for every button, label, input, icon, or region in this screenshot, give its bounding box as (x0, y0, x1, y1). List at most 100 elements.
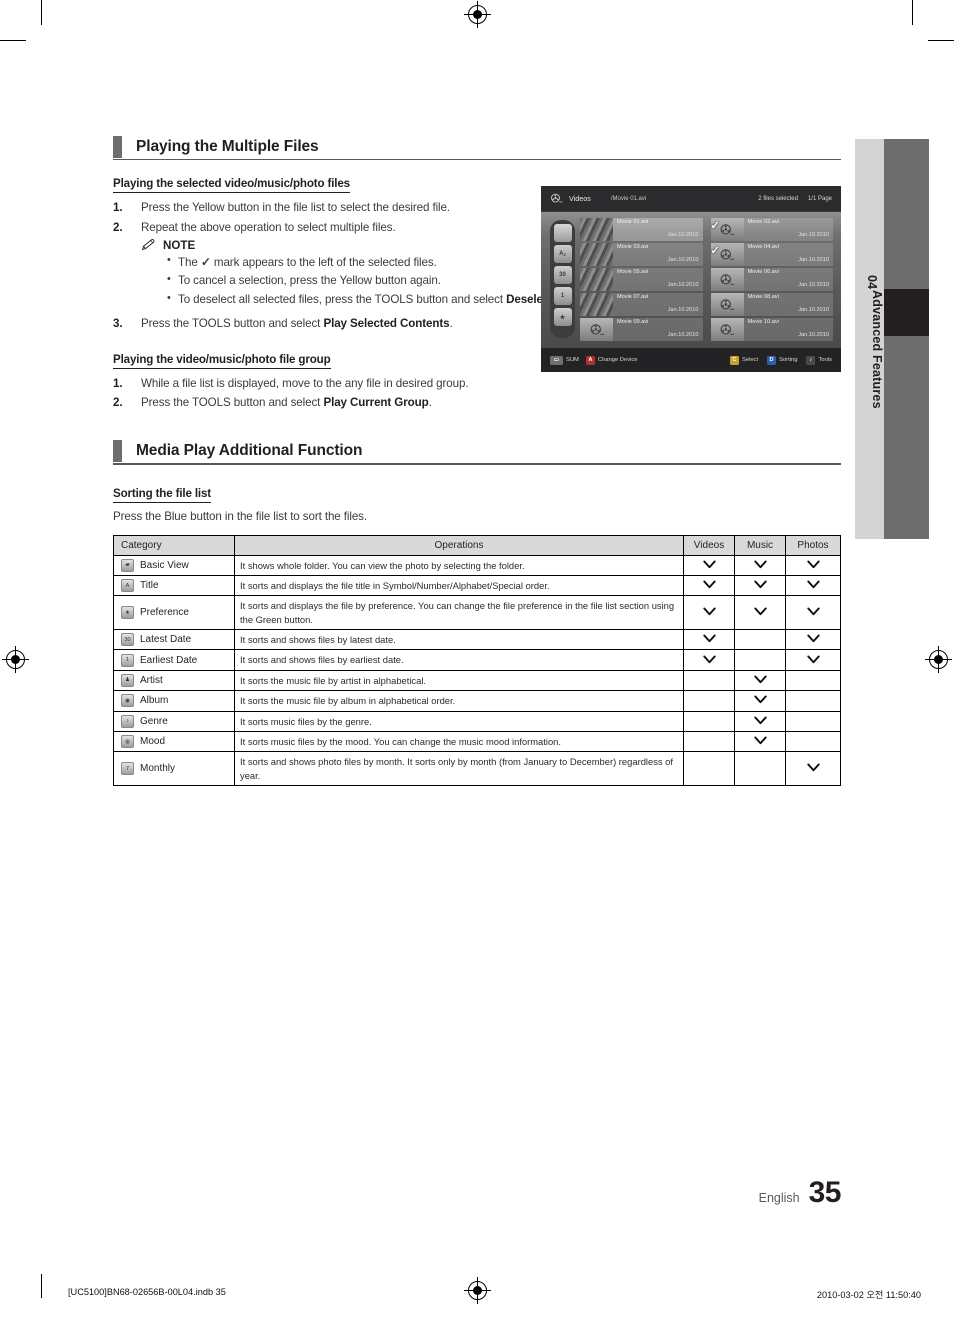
column-header-videos: Videos (683, 534, 735, 556)
tv-footer-tools[interactable]: ♪ Tools (806, 355, 832, 365)
tv-file-item[interactable]: ✓ Movie 02.avi Jan.10.2010 (710, 218, 833, 241)
preference-star-icon[interactable]: ★ (553, 308, 572, 326)
film-reel-icon (580, 318, 613, 341)
check-mark-icon (753, 560, 767, 571)
tv-file-date: Jan.10.2010 (667, 282, 699, 289)
print-file-name: [UC5100]BN68-02656B-00L04.indb 35 (68, 1287, 226, 1297)
table-cell-category: 1 Earliest Date (113, 649, 235, 671)
crop-mark-top-left-vertical (41, 0, 42, 25)
table-cell-category: ★ Preference (113, 595, 235, 631)
table-row: ◉ Album It sorts the music file by album i… (113, 690, 841, 712)
step-text-pre: Press the TOOLS button and select (141, 396, 324, 410)
table-cell-photos (785, 669, 841, 692)
sorting-intro-text: Press the Blue button in the file list t… (113, 509, 368, 523)
table-cell-videos (683, 595, 735, 631)
tv-file-grid: Movie 01.avi Jan.10.2010 ✓ Movie 02.avi Jan.… (580, 218, 833, 341)
tv-header: Videos /Movie 01.avi 2 files selected 1/… (541, 186, 841, 212)
check-mark-icon (702, 580, 716, 591)
chapter-tab-marker (884, 289, 929, 336)
latest-date-icon[interactable]: 30 (553, 266, 572, 284)
table-row: A Title It sorts and displays the file tit… (113, 575, 841, 597)
category-label: Preference (140, 607, 189, 619)
file-thumbnail (580, 268, 613, 291)
heading-bar (113, 440, 122, 463)
registration-mark-right (925, 646, 952, 673)
chapter-number: 04 (865, 275, 879, 290)
title-sort-icon[interactable]: AZ (553, 245, 572, 263)
check-mark-icon: ✓ (710, 245, 720, 257)
tv-file-date: Jan.10.2010 (667, 257, 699, 264)
tv-footer: ▭ SUM A Change Device C Select D Sorting… (541, 348, 841, 372)
crop-mark-bottom-left-vertical (41, 1274, 42, 1298)
tv-footer-change-device[interactable]: A Change Device (585, 355, 638, 365)
tv-file-info: Movie 10.avi Jan.10.2010 (743, 318, 833, 341)
tv-footer-usb[interactable]: ▭ SUM (550, 355, 579, 365)
tv-file-item[interactable]: Movie 05.avi Jan.10.2010 (580, 268, 703, 291)
tv-selected-count: 2 files selected (758, 195, 798, 202)
chapter-tab-dark-strip (884, 139, 929, 539)
film-reel-icon (710, 293, 744, 316)
tv-footer-select[interactable]: C Select (729, 355, 759, 365)
table-cell-photos (785, 595, 841, 631)
tv-media-play-screenshot: Videos /Movie 01.avi 2 files selected 1/… (541, 186, 841, 372)
tv-file-info: Movie 05.avi Jan.10.2010 (613, 268, 703, 291)
table-cell-music (734, 669, 786, 692)
table-row: ◍ Mood It sorts music files by the mood. Y… (113, 730, 841, 753)
table-row: ♪ Genre It sorts music files by the genre. (113, 710, 841, 732)
tv-file-item[interactable]: Movie 09.avi Jan.10.2010 (580, 318, 703, 341)
category-label: Title (140, 580, 159, 592)
earliest-date-icon[interactable]: 1 (553, 287, 572, 305)
tv-footer-sorting[interactable]: D Sorting (767, 355, 797, 365)
tv-file-info: Movie 07.avi Jan.10.2010 (613, 293, 703, 316)
tv-file-item[interactable]: Movie 06.avi Jan.10.2010 (710, 268, 833, 291)
table-cell-music (734, 554, 786, 577)
check-mark-icon (806, 634, 820, 645)
registration-mark-bottom (464, 1277, 491, 1304)
tv-file-item[interactable]: Movie 10.avi Jan.10.2010 (710, 318, 833, 341)
check-mark-icon (753, 607, 767, 618)
table-row: 7 Monthly It sorts and shows photo files b… (113, 751, 841, 786)
title-sort-icon: A (121, 579, 134, 593)
table-cell-photos (785, 649, 841, 671)
tv-file-name: Movie 08.avi (747, 294, 779, 300)
category-label: Latest Date (140, 634, 192, 646)
tv-file-item[interactable]: Movie 08.avi Jan.10.2010 (710, 293, 833, 316)
table-cell-videos (683, 629, 735, 651)
table-cell-category: ◉ Album (113, 690, 235, 712)
heading-bar (113, 136, 122, 158)
tv-file-date: Jan.10.2010 (798, 282, 829, 289)
chapter-title: Advanced Features (870, 289, 884, 409)
step-text-post: . (449, 316, 453, 330)
table-cell-category: ♟ Artist (113, 669, 235, 692)
section-heading-playing-multiple-files: Playing the Multiple Files (113, 136, 841, 158)
tv-file-item[interactable]: Movie 01.avi Jan.10.2010 (580, 218, 703, 241)
table-cell-operations: It sorts music files by the genre. (234, 710, 684, 732)
tv-file-name: Movie 10.avi (747, 319, 779, 325)
film-reel-icon (550, 193, 563, 204)
folder-icon[interactable] (553, 224, 572, 242)
check-mark-icon (702, 560, 716, 571)
check-mark-icon (806, 763, 820, 774)
tv-file-item[interactable]: Movie 07.avi Jan.10.2010 (580, 293, 703, 316)
tv-file-item[interactable]: Movie 03.avi Jan.10.2010 (580, 243, 703, 266)
tv-file-date: Jan.10.2010 (798, 332, 829, 339)
table-cell-photos (785, 710, 841, 732)
tv-sort-sidebar[interactable]: AZ 30 1 ★ (550, 220, 575, 338)
note-label: NOTE (163, 238, 196, 252)
check-mark-icon (806, 655, 820, 666)
sorting-table: Category Operations Videos Music Photos … (113, 534, 841, 786)
category-label: Genre (140, 715, 168, 727)
registration-mark-left (2, 646, 29, 673)
tv-footer-select-label: Select (741, 357, 759, 363)
registration-mark-top (464, 1, 491, 28)
tv-file-item[interactable]: ✓ Movie 04.avi Jan.10.2010 (710, 243, 833, 266)
check-mark-icon (806, 580, 820, 591)
tv-file-name: Movie 09.avi (617, 319, 649, 325)
table-cell-photos (785, 730, 841, 753)
tools-icon: ♪ (806, 355, 816, 365)
category-label: Earliest Date (140, 654, 198, 666)
table-cell-operations: It sorts the music file by album in alph… (234, 690, 684, 712)
genre-icon: ♪ (121, 714, 134, 728)
table-cell-operations: It sorts and displays the file title in … (234, 575, 684, 597)
step-item: 2. Press the TOOLS button and select Pla… (113, 393, 841, 412)
